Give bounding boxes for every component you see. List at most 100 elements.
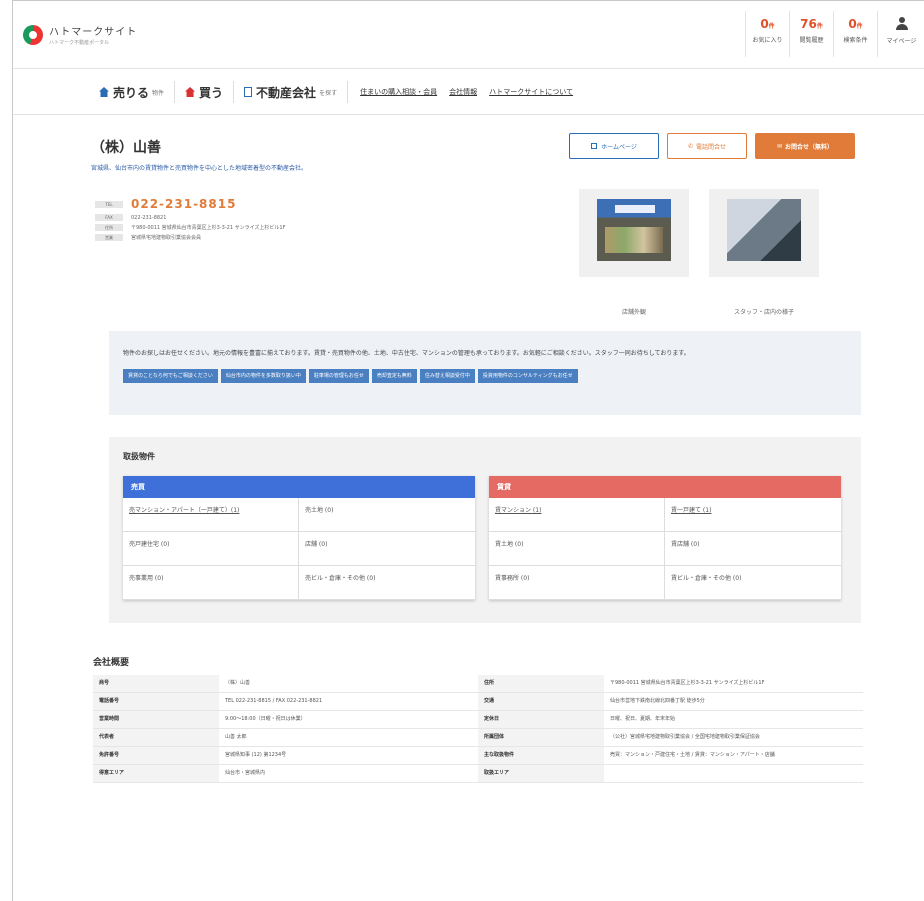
listing-item: 売土地 (0) <box>299 498 475 532</box>
listing-item: 売事業用 (0) <box>123 566 299 600</box>
nav-buy-label: 買う <box>199 85 224 100</box>
feature-tag[interactable]: 駐車場の管理もお任せ <box>308 369 369 383</box>
nav-sell-sub: 物件 <box>152 89 165 97</box>
nav-sell[interactable]: 売りる 物件 <box>89 81 176 103</box>
feature-tag[interactable]: 投資用物件のコンサルティングもお任せ <box>477 369 578 383</box>
nav-company[interactable]: 不動産会社 を探す <box>234 81 349 103</box>
nav-sell-label: 売りる <box>113 85 150 100</box>
overview-value: （株）山善 <box>219 675 478 693</box>
page-frame: ハトマークサイト ハトマーク不動産ポータル 0件 お気に入り 76件 閲覧履歴 … <box>12 0 924 901</box>
listing-item: 賃店舗 (0) <box>665 532 841 566</box>
overview-value: 仙台市・宮城県内 <box>219 764 478 783</box>
overview-value: 仙台市営地下鉄南北線北四番丁駅 徒歩5分 <box>604 692 863 711</box>
rent-listings-table: 賃貸 賃マンション (1) 賃一戸建て (1) 賃土地 (0) 賃店舗 (0) … <box>489 476 841 600</box>
house-icon <box>99 87 109 97</box>
store-exterior-image <box>597 199 671 261</box>
overview-value: 山善 太郎 <box>219 728 478 747</box>
listing-link[interactable]: 賃マンション (1) <box>489 498 665 532</box>
favorites-button[interactable]: 0件 お気に入り <box>745 11 789 57</box>
overview-key: 主な取扱物件 <box>478 746 604 765</box>
sell-listings-table: 売買 売マンション・アパート（一戸建て）(1) 売土地 (0) 売戸建住宅 (0… <box>123 476 475 600</box>
person-icon <box>895 17 908 31</box>
rent-header: 賃貸 <box>489 476 841 498</box>
nav-link-company-info[interactable]: 会社情報 <box>449 87 477 97</box>
homepage-button-label: ホームページ <box>601 143 637 151</box>
overview-row: 電話番号 TEL 022-231-8815 / FAX 022-231-8821 交… <box>93 692 863 711</box>
feature-tag[interactable]: 賃貸のことなら何でもご相談ください <box>123 369 218 383</box>
feature-tags: 賃貸のことなら何でもご相談ください 仙台市内の物件を多数取り扱い中 駐車場の管理… <box>123 369 847 383</box>
contact-row-tel: TEL 022-231-8815 <box>95 197 286 211</box>
staff-interior-image <box>727 199 801 261</box>
staff-photo[interactable] <box>709 189 819 277</box>
site-header: ハトマークサイト ハトマーク不動産ポータル 0件 お気に入り 76件 閲覧履歴 … <box>13 1 924 69</box>
mail-inquiry-button[interactable]: ✉ お問合せ（無料） <box>755 133 855 159</box>
fax-number: 022-231-8821 <box>131 214 167 221</box>
overview-key: 商号 <box>93 675 219 693</box>
favorites-unit: 件 <box>768 23 775 30</box>
staff-photo-caption: スタッフ・店内の様子 <box>733 309 794 316</box>
mypage-button[interactable]: マイページ <box>877 11 924 57</box>
homepage-button[interactable]: ホームページ <box>569 133 659 159</box>
site-logo[interactable]: ハトマークサイト ハトマーク不動産ポータル <box>23 23 137 46</box>
overview-key: 取扱エリア <box>478 764 604 783</box>
window-icon <box>591 143 598 149</box>
listing-link[interactable]: 賃一戸建て (1) <box>665 498 841 532</box>
saved-search-unit: 件 <box>856 23 863 30</box>
listing-item: 賃土地 (0) <box>489 532 665 566</box>
overview-value: 宮城県知事 (12) 第1234号 <box>219 746 478 765</box>
overview-value: （公社）宮城県宅地建物取引業協会 / 全国宅地建物取引業保証協会 <box>604 728 863 747</box>
overview-value: 売買：マンション・戸建住宅・土地 / 賃貸：マンション・アパート・店舗 <box>604 746 863 765</box>
sell-header: 売買 <box>123 476 475 498</box>
mypage-label: マイページ <box>886 38 917 45</box>
overview-row: 得意エリア 仙台市・宮城県内 取扱エリア <box>93 764 863 783</box>
association: 宮城県宅地建物取引業協会会員 <box>131 235 202 241</box>
overview-value: 〒980-0011 宮城県仙台市青葉区上杉3-3-21 サンライズ上杉ビル1F <box>604 675 863 693</box>
overview-value: 日曜、祝日、夏期、年末年始 <box>604 710 863 729</box>
overview-key: 所属団体 <box>478 728 604 747</box>
overview-key: 代表者 <box>93 728 219 747</box>
main-nav: 売りる 物件 買う 不動産会社 を探す 住まいの購入相談・会員 会社情報 ハトマ… <box>13 69 924 115</box>
nav-company-label: 不動産会社 <box>256 85 317 100</box>
listing-link[interactable]: 売マンション・アパート（一戸建て）(1) <box>123 498 299 532</box>
contact-type: 営業 <box>95 234 123 241</box>
feature-tag[interactable]: 仙台市内の物件を多数取り扱い中 <box>220 369 306 383</box>
overview-key: 営業時間 <box>93 710 219 729</box>
company-name: （株）山善 <box>91 140 161 156</box>
store-photo[interactable] <box>579 189 689 277</box>
nav-link-consult[interactable]: 住まいの購入相談・会員 <box>360 87 437 97</box>
overview-value: TEL 022-231-8815 / FAX 022-231-8821 <box>219 692 478 711</box>
overview-key: 免許番号 <box>93 746 219 765</box>
overview-row: 営業時間 9:00〜18:00（日曜・祝日は休業） 定休日 日曜、祝日、夏期、年末年始 <box>93 710 863 729</box>
logo-name: ハトマークサイト <box>49 27 138 38</box>
history-button[interactable]: 76件 閲覧履歴 <box>789 11 833 57</box>
favorites-label: お気に入り <box>752 37 783 44</box>
overview-key: 交通 <box>478 692 604 711</box>
listing-item: 売戸建住宅 (0) <box>123 532 299 566</box>
overview-row: 商号 （株）山善 住所 〒980-0011 宮城県仙台市青葉区上杉3-3-21 サンラ… <box>93 675 863 693</box>
listing-item: 賃事務所 (0) <box>489 566 665 600</box>
contact-info: TEL 022-231-8815 FAX 022-231-8821 住所 〒98… <box>95 197 286 244</box>
listings-title: 取扱物件 <box>123 452 155 461</box>
listing-item: 賃ビル・倉庫・その他 (0) <box>665 566 841 600</box>
mail-icon: ✉ <box>776 142 782 150</box>
contact-type: 住所 <box>95 224 123 231</box>
building-icon <box>244 87 253 97</box>
feature-tag[interactable]: 売却査定も無料 <box>371 369 417 383</box>
overview-value <box>604 764 863 783</box>
phone-inquiry-button[interactable]: ✆ 電話問合せ <box>667 133 747 159</box>
contact-type: FAX <box>95 214 123 221</box>
listing-item: 売ビル・倉庫・その他 (0) <box>299 566 475 600</box>
overview-value: 9:00〜18:00（日曜・祝日は休業） <box>219 710 478 729</box>
saved-search-count: 0 <box>848 17 857 31</box>
intro-text: 物件のお探しはお任せください。地元の情報を豊富に揃えております。賃貸・売買物件の… <box>123 350 690 357</box>
phone-number[interactable]: 022-231-8815 <box>131 197 236 211</box>
nav-link-about[interactable]: ハトマークサイトについて <box>489 87 573 97</box>
logo-subtitle: ハトマーク不動産ポータル <box>49 40 110 46</box>
house-red-icon <box>185 87 196 97</box>
listing-item: 店舗 (0) <box>299 532 475 566</box>
saved-search-button[interactable]: 0件 検索条件 <box>833 11 877 57</box>
nav-buy[interactable]: 買う <box>175 81 235 103</box>
feature-tag[interactable]: 住み替え相談受付中 <box>419 369 475 383</box>
phone-icon: ✆ <box>687 142 693 150</box>
contact-type: TEL <box>95 200 123 208</box>
